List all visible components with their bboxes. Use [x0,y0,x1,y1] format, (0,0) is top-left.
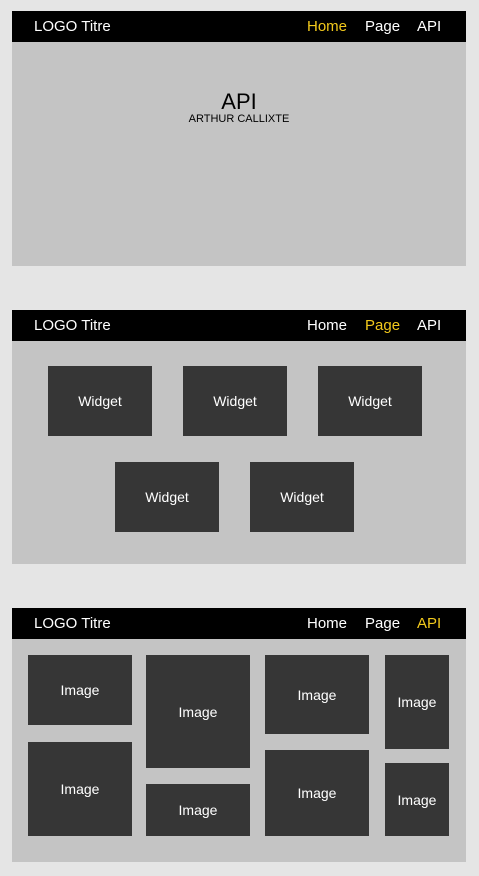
image-tile[interactable]: Image [265,750,369,836]
widget-tile[interactable]: Widget [250,462,354,532]
api-frame: LOGO Titre Home Page API Image Image Ima… [12,608,466,862]
nav-link-page[interactable]: Page [365,11,400,42]
navbar: LOGO Titre Home Page API [12,11,466,42]
hero-subtitle: ARTHUR CALLIXTE [188,113,290,125]
navbar: LOGO Titre Home Page API [12,310,466,341]
widget-tile[interactable]: Widget [115,462,219,532]
nav-link-page[interactable]: Page [365,608,400,639]
image-tile[interactable]: Image [146,784,250,836]
image-tile[interactable]: Image [146,655,250,768]
nav-link-home[interactable]: Home [307,310,347,341]
nav-link-page[interactable]: Page [365,310,400,341]
image-tile[interactable]: Image [28,655,132,725]
nav-link-home[interactable]: Home [307,11,347,42]
home-frame: LOGO Titre Home Page API API ARTHUR CALL… [12,11,466,266]
widget-tile[interactable]: Widget [318,366,422,436]
nav-link-home[interactable]: Home [307,608,347,639]
logo-title[interactable]: LOGO Titre [34,608,111,639]
widget-tile[interactable]: Widget [48,366,152,436]
navbar: LOGO Titre Home Page API [12,608,466,639]
hero-title: API [221,89,257,114]
nav-link-api[interactable]: API [417,310,441,341]
image-tile[interactable]: Image [385,763,449,836]
nav-link-api[interactable]: API [417,608,441,639]
logo-title[interactable]: LOGO Titre [34,310,111,341]
logo-title[interactable]: LOGO Titre [34,11,111,42]
image-tile[interactable]: Image [28,742,132,836]
widget-tile[interactable]: Widget [183,366,287,436]
image-tile[interactable]: Image [265,655,369,734]
nav-link-api[interactable]: API [417,11,441,42]
image-tile[interactable]: Image [385,655,449,749]
page-frame: LOGO Titre Home Page API Widget Widget W… [12,310,466,564]
